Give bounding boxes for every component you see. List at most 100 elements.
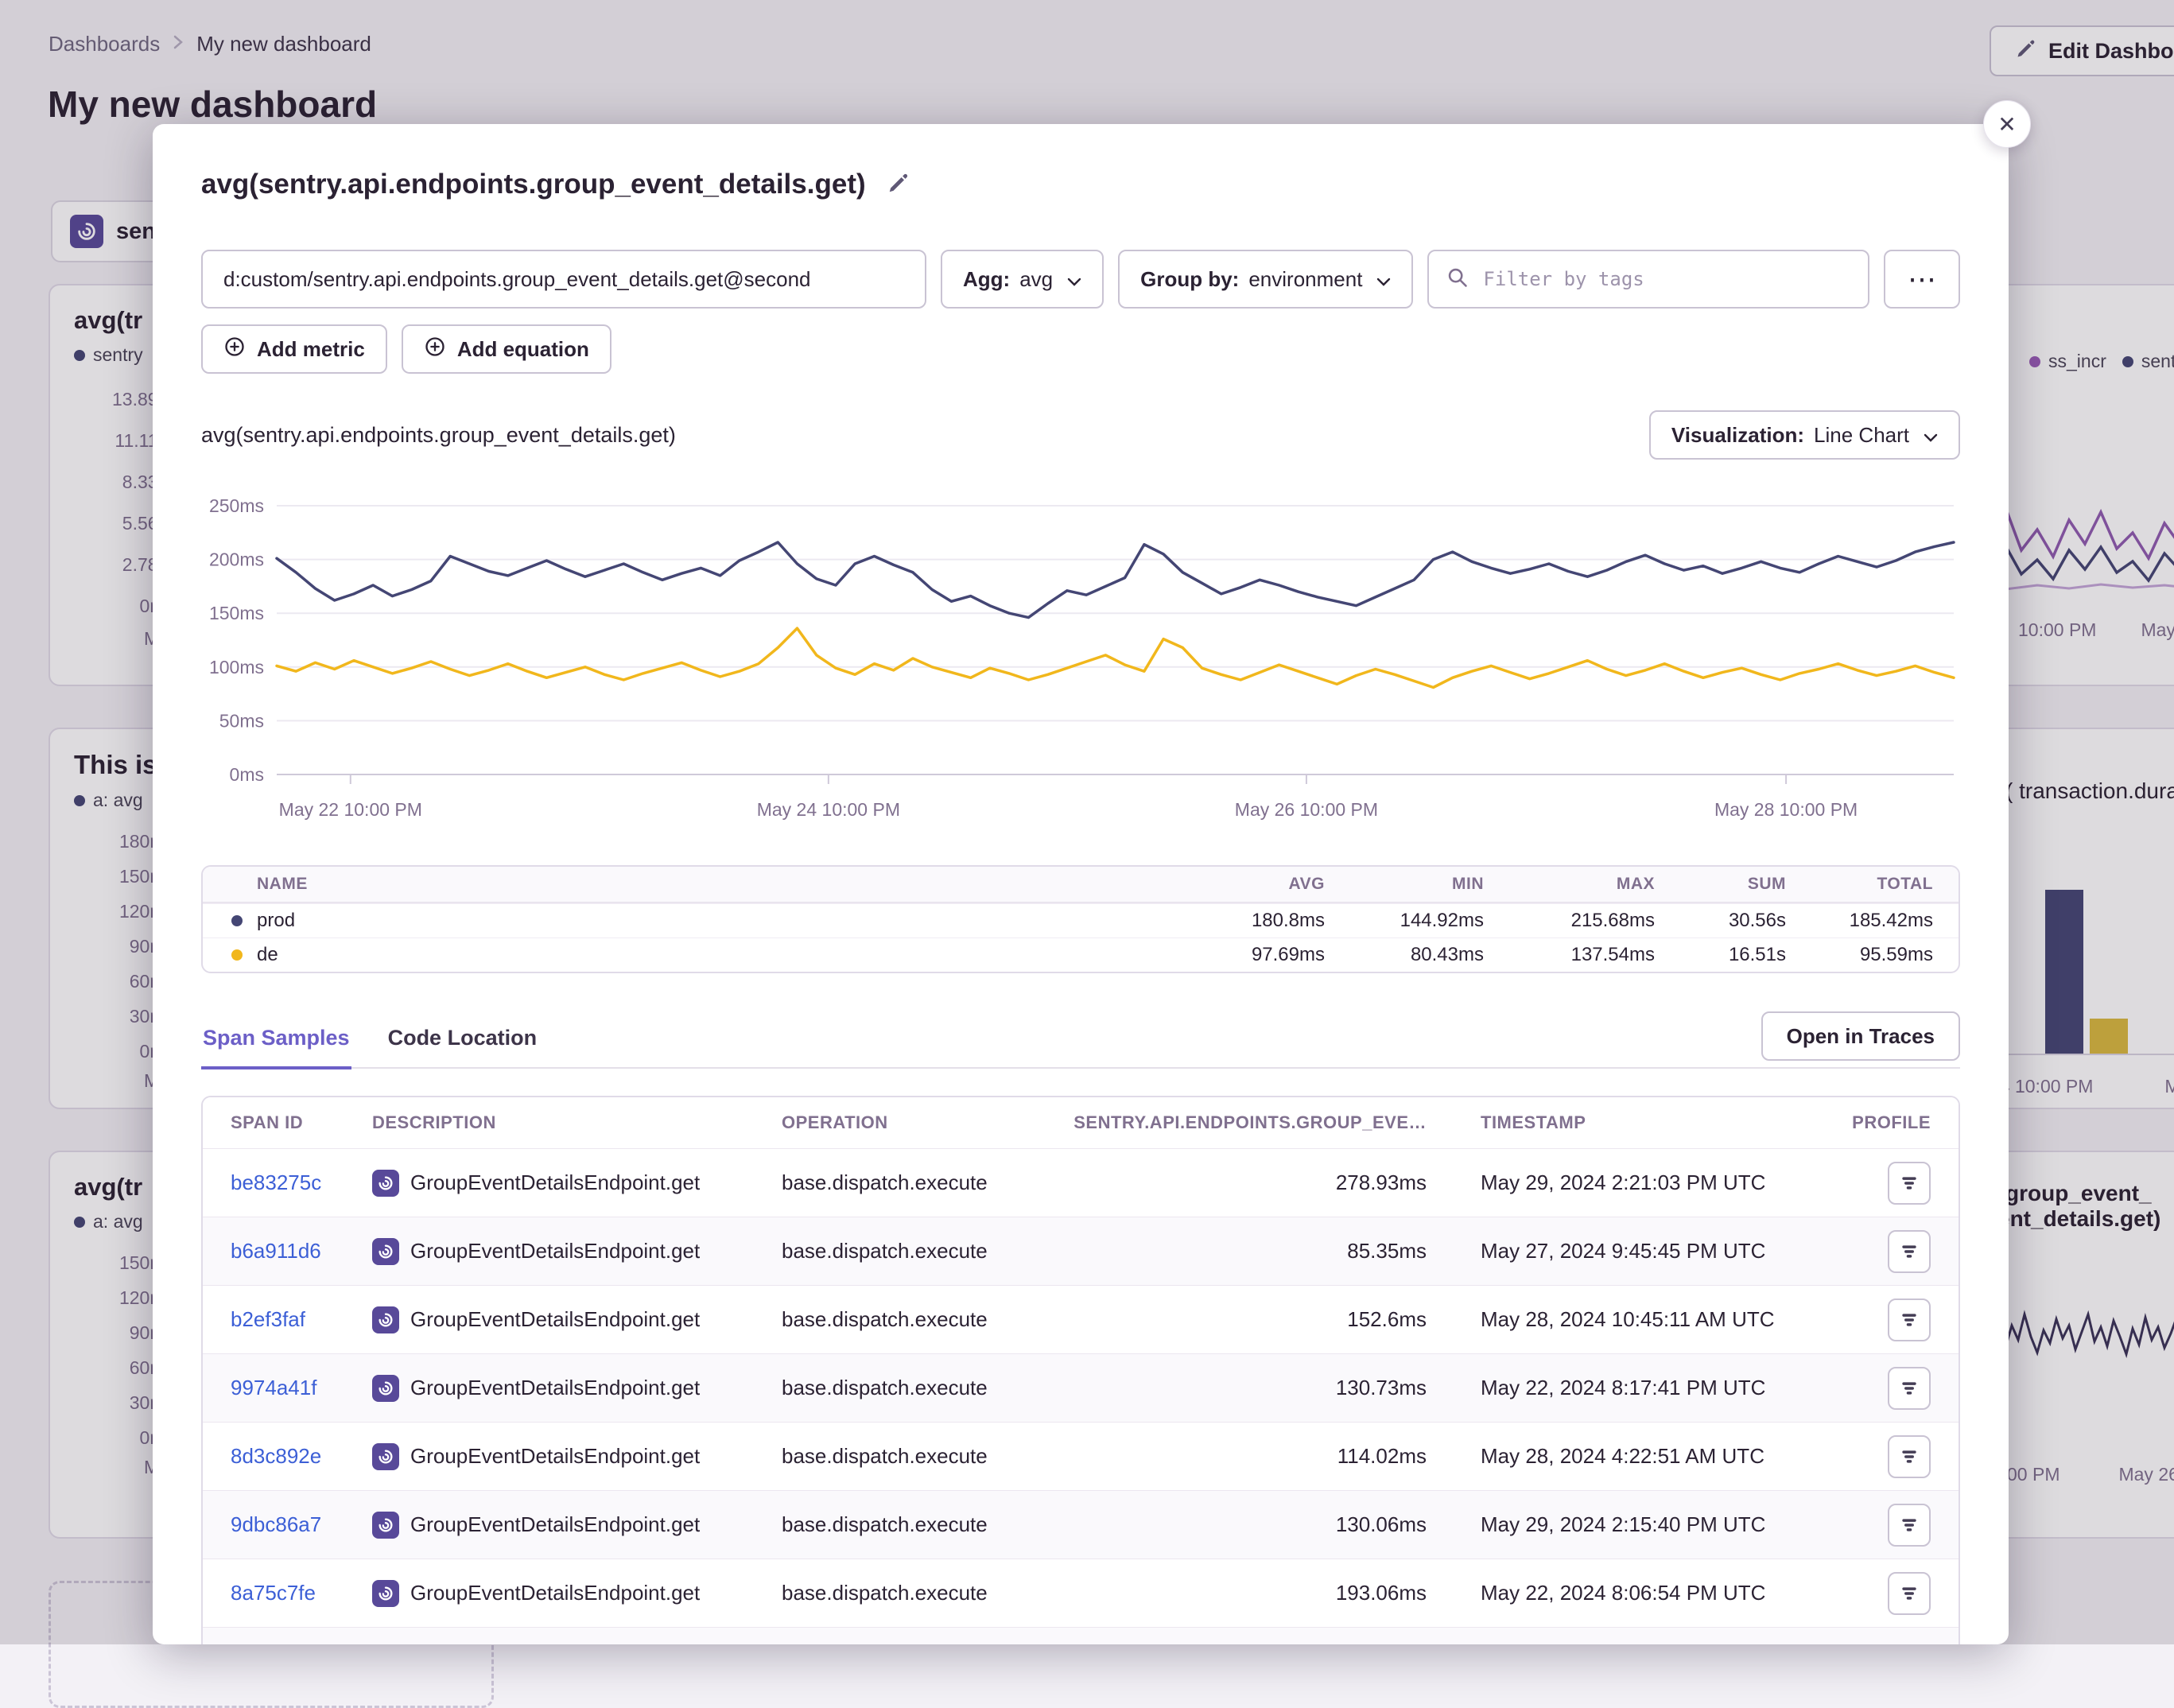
chevron-down-icon bbox=[1924, 423, 1938, 448]
span-id-link[interactable]: 8a75c7fe bbox=[231, 1581, 316, 1605]
span-timestamp: May 28, 2024 10:45:11 AM UTC bbox=[1427, 1307, 1840, 1332]
sentry-logo-icon bbox=[372, 1512, 399, 1539]
span-timestamp: May 29, 2024 2:15:40 PM UTC bbox=[1427, 1512, 1840, 1537]
summary-table: NAME AVG MIN MAX SUM TOTAL prod 180.8ms … bbox=[201, 865, 1960, 973]
profile-button[interactable] bbox=[1888, 1367, 1931, 1410]
svg-text:250ms: 250ms bbox=[209, 495, 264, 516]
span-value: 278.93ms bbox=[1071, 1170, 1427, 1195]
ellipsis-icon: ⋯ bbox=[1908, 265, 1936, 293]
span-id-link[interactable]: be83275c bbox=[231, 1170, 321, 1194]
span-operation: base.dispatch.execute bbox=[782, 1170, 1071, 1195]
tab-code-location[interactable]: Code Location bbox=[386, 1021, 539, 1067]
profile-button[interactable] bbox=[1888, 1504, 1931, 1547]
chart-title: avg(sentry.api.endpoints.group_event_det… bbox=[201, 423, 676, 448]
span-value: 114.02ms bbox=[1071, 1444, 1427, 1469]
span-timestamp: May 27, 2024 9:45:45 PM UTC bbox=[1427, 1239, 1840, 1264]
series-dot bbox=[231, 949, 243, 961]
series-dot bbox=[231, 915, 243, 926]
span-id-link[interactable]: b2ef3faf bbox=[231, 1307, 305, 1331]
span-timestamp: May 22, 2024 8:17:41 PM UTC bbox=[1427, 1376, 1840, 1400]
sentry-logo-icon bbox=[372, 1580, 399, 1607]
filter-by-tags-input[interactable] bbox=[1481, 267, 1850, 291]
plus-circle-icon bbox=[223, 336, 246, 363]
span-sample-row: 8d3c892e GroupEventDetailsEndpoint.get b… bbox=[203, 1422, 1959, 1490]
span-description: GroupEventDetailsEndpoint.get bbox=[410, 1444, 700, 1469]
add-metric-button[interactable]: Add metric bbox=[201, 324, 387, 374]
span-description: GroupEventDetailsEndpoint.get bbox=[410, 1512, 700, 1537]
visualization-select[interactable]: Visualization: Line Chart bbox=[1649, 410, 1960, 460]
summary-row[interactable]: de 97.69ms 80.43ms 137.54ms 16.51s 95.59… bbox=[203, 937, 1959, 972]
span-timestamp: May 29, 2024 2:21:03 PM UTC bbox=[1427, 1170, 1840, 1195]
svg-text:150ms: 150ms bbox=[209, 603, 264, 623]
summary-header-row: NAME AVG MIN MAX SUM TOTAL bbox=[203, 867, 1959, 903]
span-sample-row: b2ef3faf GroupEventDetailsEndpoint.get b… bbox=[203, 1285, 1959, 1353]
svg-text:0ms: 0ms bbox=[230, 764, 264, 785]
svg-text:May 28 10:00 PM: May 28 10:00 PM bbox=[1714, 799, 1858, 820]
add-equation-button[interactable]: Add equation bbox=[402, 324, 611, 374]
span-description: GroupEventDetailsEndpoint.get bbox=[410, 1170, 700, 1195]
span-timestamp: May 28, 2024 4:22:51 AM UTC bbox=[1427, 1444, 1840, 1469]
metric-line-chart: 0ms 50ms 100ms 150ms 200ms 250ms May 22 10:00 … bbox=[201, 466, 1960, 852]
edit-title-icon[interactable] bbox=[887, 171, 910, 199]
summary-row[interactable]: prod 180.8ms 144.92ms 215.68ms 30.56s 18… bbox=[203, 903, 1959, 937]
span-operation: base.dispatch.execute bbox=[782, 1239, 1071, 1264]
search-icon bbox=[1446, 266, 1469, 293]
chevron-down-icon bbox=[1067, 267, 1081, 292]
tab-span-samples[interactable]: Span Samples bbox=[201, 1021, 351, 1069]
span-description: GroupEventDetailsEndpoint.get bbox=[410, 1581, 700, 1605]
span-value: 130.06ms bbox=[1071, 1512, 1427, 1537]
group-by-select[interactable]: Group by: environment bbox=[1118, 250, 1413, 309]
samples-header-row: SPAN ID DESCRIPTION OPERATION SENTRY.API… bbox=[203, 1097, 1959, 1148]
span-sample-row: 9974a41f GroupEventDetailsEndpoint.get b… bbox=[203, 1353, 1959, 1422]
span-id-link[interactable]: 9dbc86a7 bbox=[231, 1512, 321, 1536]
sentry-logo-icon bbox=[372, 1375, 399, 1402]
span-sample-row: be83275c GroupEventDetailsEndpoint.get b… bbox=[203, 1148, 1959, 1217]
sentry-logo-icon bbox=[372, 1443, 399, 1470]
span-description: GroupEventDetailsEndpoint.get bbox=[410, 1376, 700, 1400]
span-description: GroupEventDetailsEndpoint.get bbox=[410, 1307, 700, 1332]
svg-text:May 24 10:00 PM: May 24 10:00 PM bbox=[757, 799, 900, 820]
span-value: 130.73ms bbox=[1071, 1376, 1427, 1400]
span-timestamp: May 22, 2024 8:06:54 PM UTC bbox=[1427, 1581, 1840, 1605]
span-id-link[interactable]: b6a911d6 bbox=[231, 1239, 321, 1263]
svg-text:200ms: 200ms bbox=[209, 549, 264, 570]
span-operation: base.dispatch.execute bbox=[782, 1581, 1071, 1605]
span-samples-table: SPAN ID DESCRIPTION OPERATION SENTRY.API… bbox=[201, 1096, 1960, 1644]
aggregation-select[interactable]: Agg: avg bbox=[941, 250, 1104, 309]
span-sample-row: 9dbc86a7 GroupEventDetailsEndpoint.get b… bbox=[203, 1490, 1959, 1559]
span-value: 193.06ms bbox=[1071, 1581, 1427, 1605]
profile-button[interactable] bbox=[1888, 1230, 1931, 1273]
profile-button[interactable] bbox=[1888, 1572, 1931, 1615]
profile-button[interactable] bbox=[1888, 1435, 1931, 1478]
series-name: de bbox=[257, 944, 278, 966]
svg-text:100ms: 100ms bbox=[209, 657, 264, 677]
chevron-down-icon bbox=[1376, 267, 1391, 292]
metric-details-modal: ✕ avg(sentry.api.endpoints.group_event_d… bbox=[153, 124, 2009, 1644]
open-in-traces-button[interactable]: Open in Traces bbox=[1761, 1011, 1960, 1061]
span-value: 85.35ms bbox=[1071, 1239, 1427, 1264]
svg-text:May 22 10:00 PM: May 22 10:00 PM bbox=[279, 799, 422, 820]
sentry-logo-icon bbox=[372, 1306, 399, 1333]
svg-text:50ms: 50ms bbox=[219, 710, 264, 731]
span-id-link[interactable]: 9974a41f bbox=[231, 1376, 316, 1399]
modal-title: avg(sentry.api.endpoints.group_event_det… bbox=[201, 169, 866, 200]
filter-by-tags-field[interactable] bbox=[1427, 250, 1869, 309]
span-sample-row: 8a75c7fe GroupEventDetailsEndpoint.get b… bbox=[203, 1559, 1959, 1627]
more-options-button[interactable]: ⋯ bbox=[1884, 250, 1960, 309]
close-icon: ✕ bbox=[1997, 111, 2016, 138]
span-value: 152.6ms bbox=[1071, 1307, 1427, 1332]
profile-button[interactable] bbox=[1888, 1162, 1931, 1205]
sentry-logo-icon bbox=[372, 1170, 399, 1197]
detail-tabs: Span Samples Code Location bbox=[201, 1021, 1960, 1069]
svg-text:May 26 10:00 PM: May 26 10:00 PM bbox=[1235, 799, 1378, 820]
span-id-link[interactable]: 8d3c892e bbox=[231, 1444, 321, 1468]
span-operation: base.dispatch.execute bbox=[782, 1307, 1071, 1332]
series-name: prod bbox=[257, 910, 295, 932]
plus-circle-icon bbox=[424, 336, 446, 363]
profile-button[interactable] bbox=[1888, 1298, 1931, 1341]
span-operation: base.dispatch.execute bbox=[782, 1444, 1071, 1469]
close-button[interactable]: ✕ bbox=[1983, 100, 2031, 148]
metric-query-input[interactable] bbox=[201, 250, 926, 309]
span-sample-row: b6a911d6 GroupEventDetailsEndpoint.get b… bbox=[203, 1217, 1959, 1285]
sentry-logo-icon bbox=[372, 1238, 399, 1265]
